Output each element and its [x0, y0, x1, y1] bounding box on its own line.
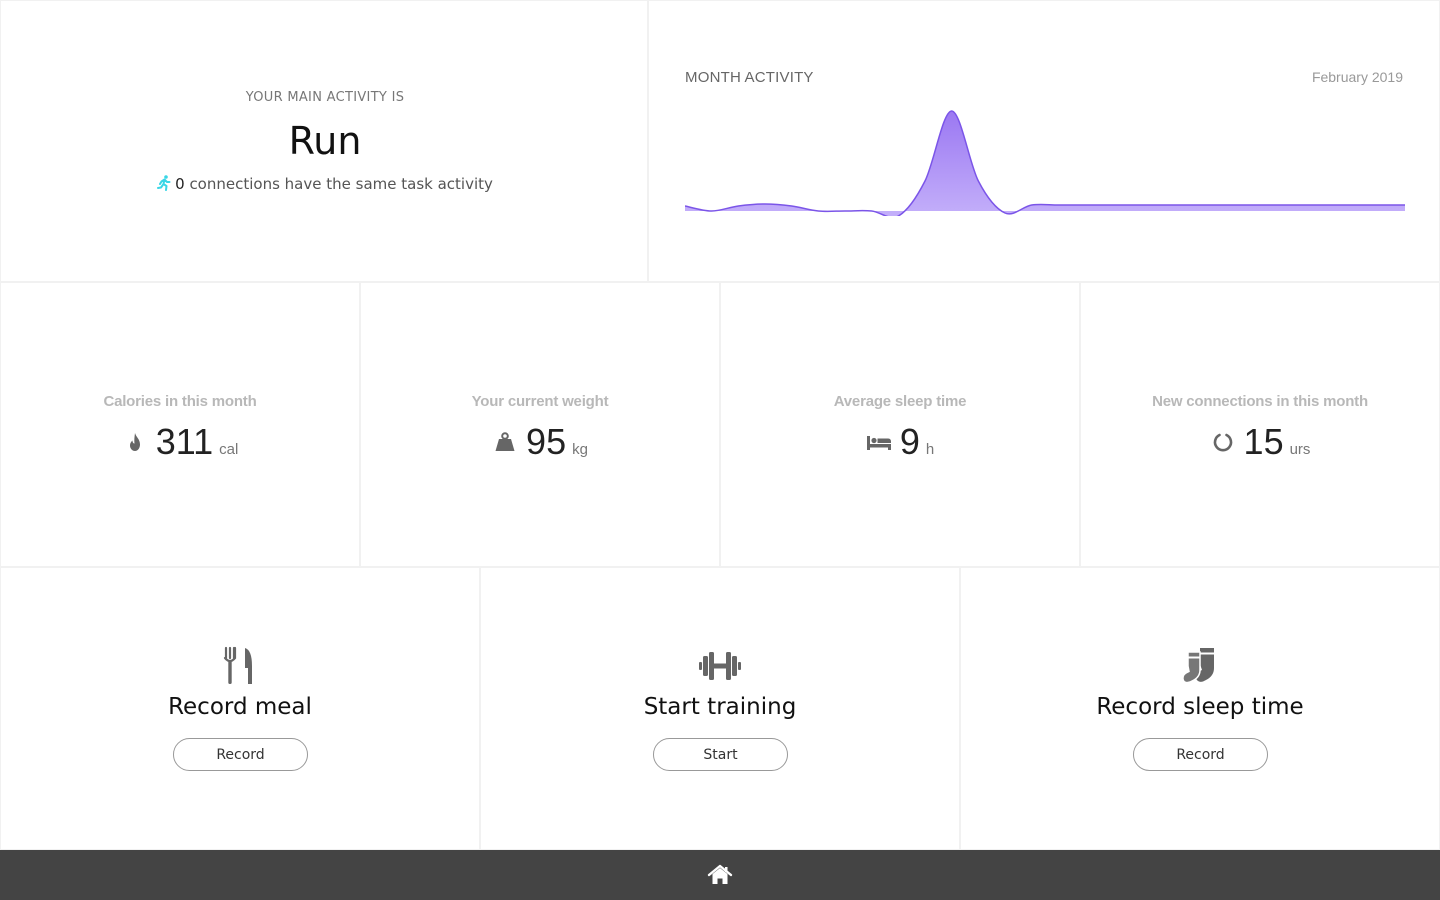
- dumbbell-icon: [699, 652, 741, 680]
- sleep-label: Average sleep time: [833, 393, 967, 410]
- record-sleep-title: Record sleep time: [1096, 694, 1304, 720]
- home-icon: [707, 864, 733, 884]
- chart-area-fill: [685, 111, 1405, 216]
- sleep-value: 9: [899, 421, 920, 462]
- record-sleep-card: Record sleep time Record: [960, 567, 1440, 850]
- sleep-unit: h: [925, 441, 935, 458]
- start-training-button[interactable]: Start: [653, 738, 788, 771]
- calories-value: 311: [155, 421, 214, 462]
- main-activity-card: YOUR MAIN ACTIVITY IS Run 0 connections …: [0, 0, 648, 282]
- connections-label: New connections in this month: [1152, 393, 1368, 410]
- record-meal-button[interactable]: Record: [173, 738, 308, 771]
- record-sleep-button[interactable]: Record: [1133, 738, 1268, 771]
- weight-value-row: 95 kg: [361, 421, 719, 463]
- utensils-icon: [223, 646, 252, 684]
- connections-value-row: 15 urs: [1081, 421, 1439, 463]
- socks-icon: [1182, 648, 1214, 684]
- start-training-card: Start training Start: [480, 567, 960, 850]
- record-meal-title: Record meal: [168, 694, 312, 720]
- month-activity-chart: [685, 110, 1405, 216]
- month-activity-card: MONTH ACTIVITY February 2019: [648, 0, 1440, 282]
- connections-text: connections have the same task activity: [184, 175, 493, 193]
- connections-count: 0: [175, 175, 185, 193]
- month-activity-title: MONTH ACTIVITY: [685, 69, 814, 86]
- start-training-title: Start training: [643, 694, 797, 720]
- home-button[interactable]: [704, 862, 736, 888]
- bed-icon: [866, 436, 891, 450]
- calories-value-row: 311 cal: [1, 421, 359, 463]
- bottom-navigation-bar: [0, 850, 1440, 900]
- record-meal-card: Record meal Record: [0, 567, 480, 850]
- weight-icon: [495, 432, 515, 451]
- connections-stat-card: New connections in this month 15 urs: [1080, 282, 1440, 567]
- weight-stat-card: Your current weight 95 kg: [360, 282, 720, 567]
- chart-series-line: [685, 110, 1405, 216]
- weight-label: Your current weight: [471, 393, 609, 410]
- main-activity-label: YOUR MAIN ACTIVITY IS: [245, 90, 405, 105]
- connections-unit: urs: [1289, 441, 1311, 458]
- calories-unit: cal: [219, 441, 239, 458]
- calories-label: Calories in this month: [103, 393, 257, 410]
- calories-stat-card: Calories in this month 311 cal: [0, 282, 360, 567]
- running-icon: [157, 175, 171, 191]
- sleep-value-row: 9 h: [721, 421, 1079, 463]
- weight-value: 95: [526, 421, 567, 462]
- circle-notch-icon: [1213, 433, 1232, 452]
- weight-unit: kg: [572, 441, 588, 458]
- same-activity-connections: 0 connections have the same task activit…: [1, 175, 649, 193]
- main-activity-name: Run: [288, 119, 362, 163]
- sleep-stat-card: Average sleep time 9 h: [720, 282, 1080, 567]
- month-activity-date: February 2019: [1311, 69, 1403, 85]
- flame-icon: [129, 433, 140, 451]
- dashboard: YOUR MAIN ACTIVITY IS Run 0 connections …: [0, 0, 1440, 900]
- connections-value: 15: [1243, 421, 1284, 462]
